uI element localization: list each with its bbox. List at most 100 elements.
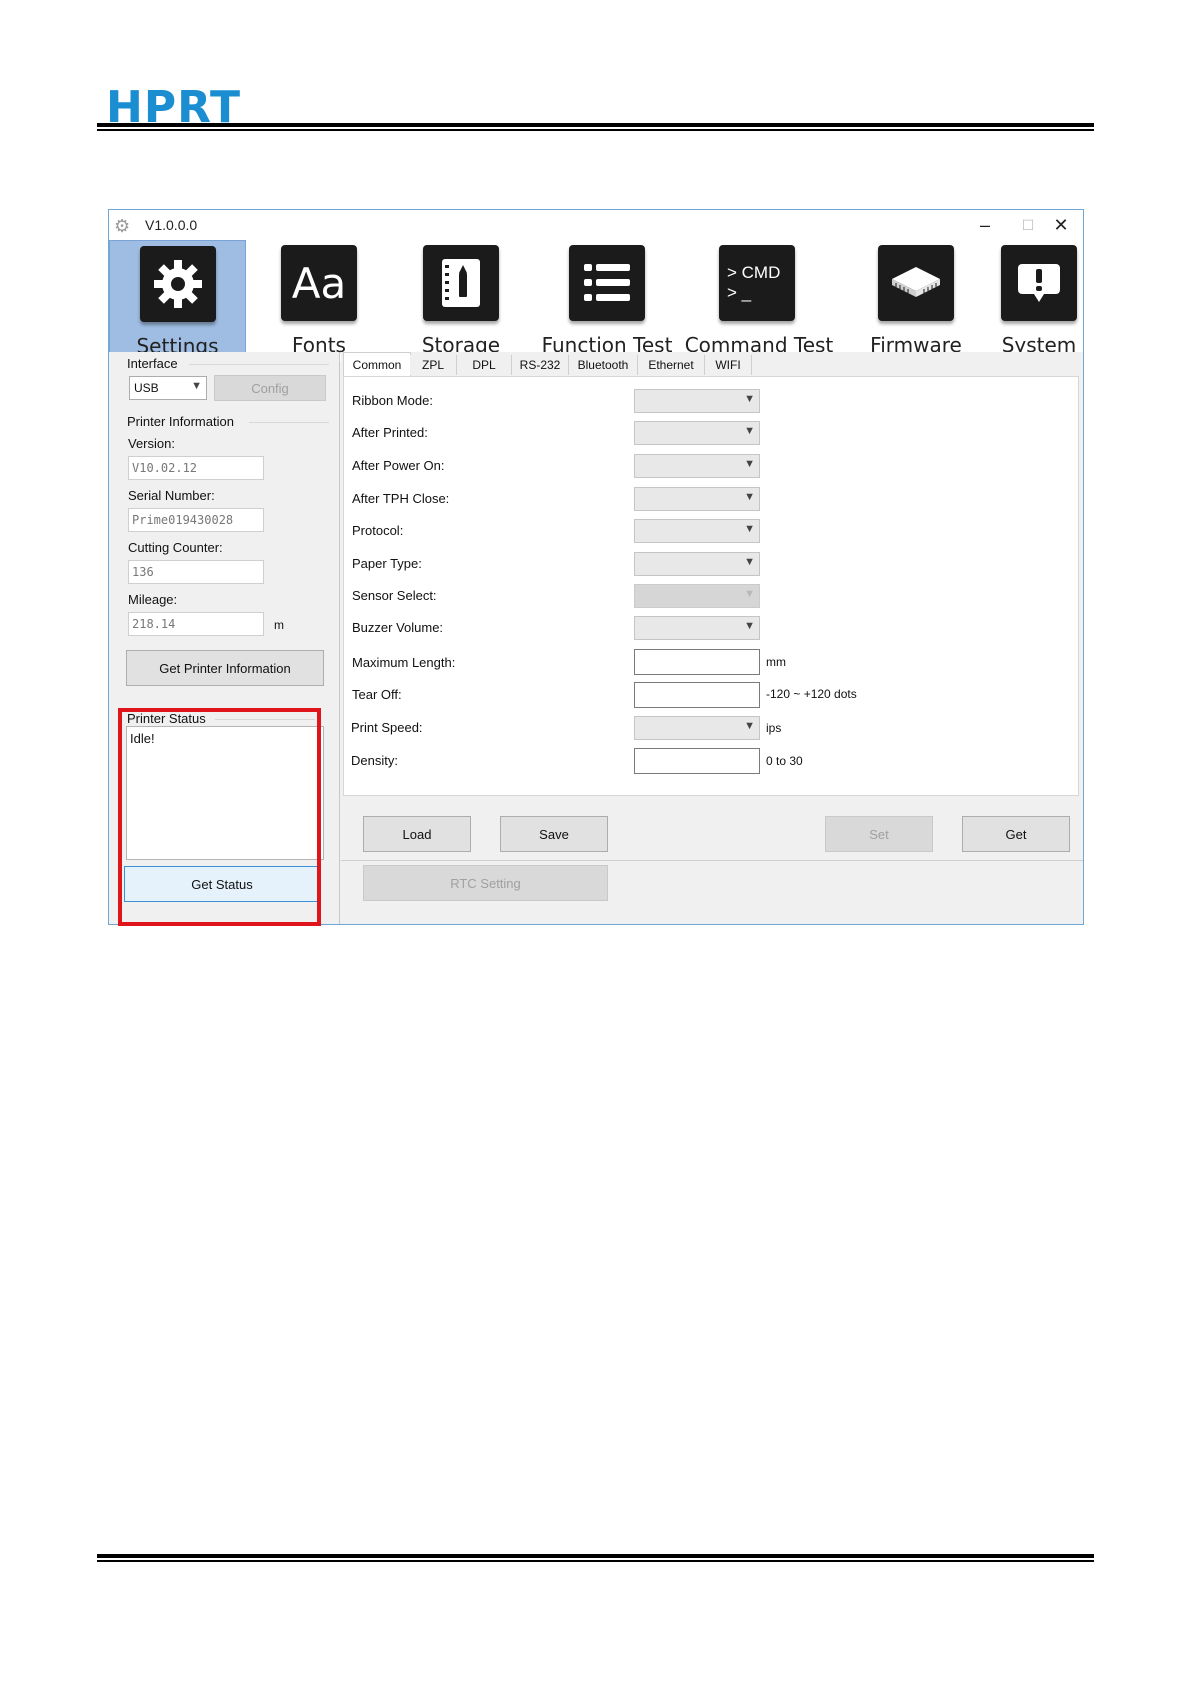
buzzer-volume-label: Buzzer Volume:	[352, 620, 444, 635]
header-rule	[97, 123, 1094, 127]
footer-rule-thin	[97, 1560, 1094, 1562]
cutting-counter-label: Cutting Counter:	[128, 540, 223, 555]
fonts-icon: Aa	[281, 245, 357, 321]
tab-rs232[interactable]: RS-232	[512, 355, 569, 375]
maximum-length-unit: mm	[766, 655, 786, 669]
config-button[interactable]: Config	[214, 375, 326, 401]
chevron-down-icon: ▼	[744, 458, 755, 470]
after-printed-label: After Printed:	[352, 425, 428, 440]
toolbar-fonts[interactable]: Aa Fonts	[253, 240, 385, 362]
group-divider	[189, 364, 329, 365]
toolbar-firmware[interactable]: Firmware	[844, 240, 988, 362]
interface-select[interactable]: USB ▼	[129, 376, 207, 400]
paper-type-select[interactable]: ▼	[634, 552, 760, 576]
serial-number-label: Serial Number:	[128, 488, 215, 503]
protocol-label: Protocol:	[352, 523, 404, 538]
highlight-box	[118, 708, 321, 926]
tab-dpl[interactable]: DPL	[457, 355, 512, 375]
tear-off-input[interactable]	[634, 682, 760, 708]
settings-panel: Common ZPL DPL RS-232 Bluetooth Ethernet…	[341, 352, 1083, 924]
sensor-select-label: Sensor Select:	[352, 588, 437, 603]
title-bar: ⚙ V1.0.0.0 – ☐ ✕	[109, 210, 1083, 240]
save-button[interactable]: Save	[500, 816, 608, 852]
common-tab-page: Ribbon Mode: ▼ After Printed: ▼ After Po…	[343, 376, 1079, 796]
maximum-length-input[interactable]	[634, 649, 760, 675]
chevron-down-icon: ▼	[744, 556, 755, 568]
tab-common[interactable]: Common	[343, 352, 411, 377]
settings-tabs: Common ZPL DPL RS-232 Bluetooth Ethernet…	[341, 352, 1083, 377]
cmd-glyph: > CMD	[727, 263, 781, 282]
window-title: V1.0.0.0	[145, 217, 198, 233]
toolbar-storage[interactable]: Storage	[390, 240, 532, 362]
tab-wifi[interactable]: WIFI	[705, 355, 752, 375]
cmd-icon: > CMD > _	[719, 245, 795, 321]
set-button[interactable]: Set	[825, 816, 933, 852]
toolbar-settings[interactable]: Settings	[109, 240, 246, 362]
interface-group-title: Interface	[127, 356, 178, 371]
tab-zpl[interactable]: ZPL	[410, 355, 457, 375]
protocol-select[interactable]: ▼	[634, 519, 760, 543]
storage-icon	[423, 245, 499, 321]
printer-info-group-title: Printer Information	[127, 414, 234, 429]
after-tph-close-label: After TPH Close:	[352, 491, 450, 506]
interface-select-value: USB	[134, 381, 159, 395]
mileage-label: Mileage:	[128, 592, 178, 607]
minimize-button[interactable]: –	[970, 212, 1000, 238]
list-icon	[569, 245, 645, 321]
ribbon-mode-select[interactable]: ▼	[634, 389, 760, 413]
toolbar-function-test[interactable]: Function Test	[529, 240, 685, 362]
main-toolbar: Settings Aa Fonts Storage Function Test …	[109, 240, 1083, 362]
print-speed-select[interactable]: ▼	[634, 716, 760, 740]
tab-bluetooth[interactable]: Bluetooth	[569, 355, 638, 375]
sensor-select[interactable]: ▼	[634, 584, 760, 608]
prompt-glyph: > _	[727, 283, 752, 302]
load-button[interactable]: Load	[363, 816, 471, 852]
tear-off-label: Tear Off:	[352, 687, 402, 702]
app-window: ⚙ V1.0.0.0 – ☐ ✕ Settings Aa Fonts Stora…	[108, 209, 1084, 926]
paper-type-label: Paper Type:	[352, 556, 422, 571]
chevron-down-icon: ▼	[744, 620, 755, 632]
version-field[interactable]: V10.02.12	[128, 456, 264, 480]
print-speed-label: Print Speed:	[351, 720, 423, 735]
buzzer-volume-select[interactable]: ▼	[634, 616, 760, 640]
toolbar-command-test[interactable]: > CMD > _ Command Test	[683, 240, 835, 362]
after-printed-select[interactable]: ▼	[634, 421, 760, 445]
divider	[341, 860, 1083, 861]
chevron-down-icon: ▼	[744, 720, 755, 732]
chevron-down-icon: ▼	[744, 588, 755, 600]
mileage-unit: m	[274, 618, 284, 632]
chevron-down-icon: ▼	[744, 393, 755, 405]
density-input[interactable]	[634, 748, 760, 774]
maximize-button[interactable]: ☐	[1013, 212, 1043, 238]
tab-ethernet[interactable]: Ethernet	[638, 355, 705, 375]
toolbar-system[interactable]: System	[995, 240, 1083, 362]
mileage-field[interactable]: 218.14	[128, 612, 264, 636]
ribbon-mode-label: Ribbon Mode:	[352, 393, 433, 408]
after-power-on-select[interactable]: ▼	[634, 454, 760, 478]
after-tph-close-select[interactable]: ▼	[634, 487, 760, 511]
tear-off-range: -120 ~ +120 dots	[766, 687, 857, 701]
chevron-down-icon: ▼	[191, 380, 202, 392]
close-button[interactable]: ✕	[1046, 212, 1076, 238]
maximum-length-label: Maximum Length:	[352, 655, 456, 670]
chip-icon	[878, 245, 954, 321]
cutting-counter-field[interactable]: 136	[128, 560, 264, 584]
app-gear-icon: ⚙	[114, 216, 131, 236]
group-divider	[249, 422, 329, 423]
density-label: Density:	[351, 753, 398, 768]
header-rule-thin	[97, 129, 1094, 131]
gear-icon	[140, 246, 216, 322]
serial-number-field[interactable]: Prime019430028	[128, 508, 264, 532]
chevron-down-icon: ▼	[744, 491, 755, 503]
chevron-down-icon: ▼	[744, 523, 755, 535]
alert-icon	[1001, 245, 1077, 321]
chevron-down-icon: ▼	[744, 425, 755, 437]
after-power-on-label: After Power On:	[352, 458, 445, 473]
rtc-setting-button[interactable]: RTC Setting	[363, 865, 608, 901]
get-printer-info-button[interactable]: Get Printer Information	[126, 650, 324, 686]
footer-rule	[97, 1554, 1094, 1558]
density-range: 0 to 30	[766, 754, 803, 768]
get-button[interactable]: Get	[962, 816, 1070, 852]
version-label: Version:	[128, 436, 175, 451]
print-speed-unit: ips	[766, 721, 782, 735]
